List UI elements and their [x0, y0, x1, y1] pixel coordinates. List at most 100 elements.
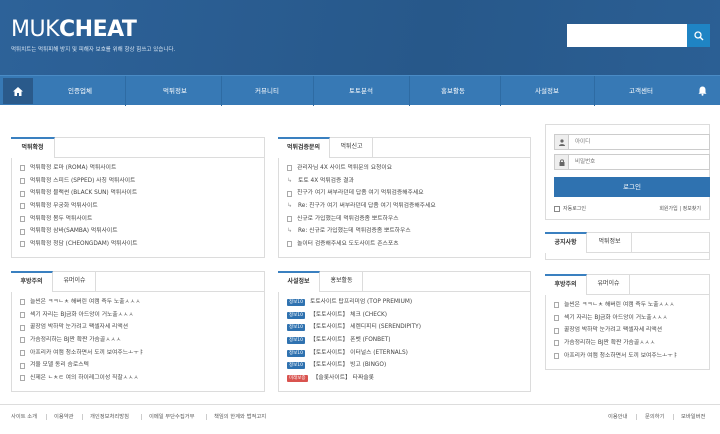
list-item[interactable]: 가슴정리하는 BJ짠 확짠 가슴골ㅅㅅㅅ	[554, 337, 678, 350]
tab-promotion[interactable]: 홍보활동	[321, 271, 363, 291]
list-item[interactable]: 정보10 【토토사이트】 이터널스 (ETERNALS)	[287, 347, 421, 360]
list-item[interactable]: 신제은 ㄴㅊㅌ 여의 하이레그이성 직찰ㅅㅅㅅ	[20, 372, 144, 385]
post-title[interactable]: 섹기 자리는 BJ금화 아드앙이 거노출ㅅㅅㅅ	[564, 312, 668, 325]
tab-notice[interactable]: 공지사항	[545, 232, 587, 253]
post-title[interactable]: 아프리카 여캠 청소하면서 도끼 보여주느ㅗㅜㅑ	[30, 347, 144, 360]
tab-scam-report[interactable]: 먹튀신고	[331, 137, 373, 157]
footer-link-mobile[interactable]: 모바일버전	[681, 405, 705, 429]
list-item[interactable]: 아프리카 여캠 청소하면서 도끼 보여주느ㅗㅜㅑ	[20, 347, 144, 360]
post-title[interactable]: 【토토사이트】 이터널스 (ETERNALS)	[310, 347, 408, 360]
post-title[interactable]: 늘씬은 ㅋㅋㄴㅊ 해버린 여캠 즉두 노출ㅅㅅㅅ	[30, 296, 141, 309]
footer-link-about[interactable]: 사이트 소개	[11, 405, 37, 429]
search-button[interactable]	[687, 24, 710, 47]
post-title[interactable]: 가슴정리하는 BJ짠 확짠 가슴골ㅅㅅㅅ	[564, 337, 655, 350]
post-title[interactable]: 신제은 ㄴㅊㅌ 여의 하이레그이성 직찰ㅅㅅㅅ	[30, 372, 139, 385]
list-item[interactable]: 겨울 모델 동리 슴로스텍	[20, 359, 144, 372]
list-item[interactable]: 먹튀확정 무궁화 먹튀사이트	[20, 200, 138, 213]
tab-nsfw[interactable]: 후방주의	[11, 271, 53, 292]
post-title[interactable]: 친구가 여기 써부라던데 답좀 여기 먹튀검증해주세요	[297, 187, 424, 200]
post-title[interactable]: 꿀장엄 박하막 눈가려고 팩셀자세 리액션	[30, 321, 128, 334]
post-title[interactable]: 먹튀확정 로마 (ROMA) 먹튀사이트	[30, 162, 116, 175]
footer-link-contact[interactable]: 문의하기	[645, 405, 665, 429]
list-item[interactable]: 정보10 【토토사이트】 빙고 (BINGO)	[287, 359, 421, 372]
post-title[interactable]: 가슴정리하는 BJ짠 확짠 가슴골ㅅㅅㅅ	[30, 334, 121, 347]
list-item[interactable]: 신규로 가입했는데 먹튀검증좀 뽀트하우스	[287, 213, 436, 226]
tab-humor[interactable]: 유머이슈	[54, 271, 96, 291]
post-title[interactable]: 【토토사이트】 빙고 (BINGO)	[310, 359, 386, 372]
list-item[interactable]: 늘씬은 ㅋㅋㄴㅊ 해버린 여캠 즉두 노출ㅅㅅㅅ	[554, 299, 678, 312]
list-item[interactable]: 놀이터 검증해주세요 도도사이트 존스포츠	[287, 238, 436, 251]
post-title[interactable]: 【토토사이트】 체크 (CHECK)	[310, 309, 387, 322]
post-title[interactable]: 먹튀확정 블랙썬 (BLACK SUN) 먹튀사이트	[30, 187, 137, 200]
nav-item-promotion[interactable]: 홍보활동	[414, 76, 492, 106]
tab-verification-inquiry[interactable]: 먹튀검증문의	[278, 137, 330, 158]
list-item[interactable]: 정보10 【토토사이트】 세렌디피티 (SERENDIPITY)	[287, 321, 421, 334]
post-title[interactable]: 토토사이트 탑프리미엄 (TOP PREMIUM)	[310, 296, 412, 309]
list-item[interactable]: 먹튀확정 블랙썬 (BLACK SUN) 먹튀사이트	[20, 187, 138, 200]
post-title[interactable]: 겨울 모델 동리 슴로스텍	[30, 359, 89, 372]
list-item[interactable]: ↳ Re: 친구가 여기 써부라던데 답좀 여기 먹튀검증해주세요	[287, 200, 436, 213]
post-title[interactable]: 먹튀확정 스피드 (SPPED) 사칭 먹튀사이트	[30, 175, 135, 188]
post-title[interactable]: 【토토사이트】 폰벳 (FONBET)	[310, 334, 391, 347]
list-item[interactable]: 관리자님 4X 사이트 먹튀문의 요청이요	[287, 162, 436, 175]
tab-humor[interactable]: 유머이슈	[588, 274, 630, 294]
nav-item-private-info[interactable]: 사설정보	[506, 76, 588, 106]
post-title[interactable]: 아프리카 여캠 청소하면서 도끼 보여주느ㅗㅜㅑ	[564, 350, 678, 363]
post-title[interactable]: Re: 친구가 여기 써부라던데 답좀 여기 먹튀검증해주세요	[298, 200, 436, 213]
nav-item-certified[interactable]: 인증업체	[44, 76, 116, 106]
list-item[interactable]: 먹튀확정 로마 (ROMA) 먹튀사이트	[20, 162, 138, 175]
search-input[interactable]	[567, 24, 687, 47]
list-item[interactable]: 정보10 【토토사이트】 체크 (CHECK)	[287, 309, 421, 322]
footer-link-email-refusal[interactable]: 이메일 무단수집거부	[149, 405, 195, 429]
post-title[interactable]: 먹튀확정 청담 (CHEONGDAM) 먹튀사이트	[30, 238, 138, 251]
list-item[interactable]: 친구가 여기 써부라던데 답좀 여기 먹튀검증해주세요	[287, 187, 436, 200]
footer-link-terms[interactable]: 이용약관	[54, 405, 74, 429]
post-title[interactable]: 늘씬은 ㅋㅋㄴㅊ 해버린 여캠 즉두 노출ㅅㅅㅅ	[564, 299, 675, 312]
tab-confirmed-scam[interactable]: 먹튀확정	[11, 137, 55, 158]
auto-login[interactable]: 자동로그인	[554, 205, 586, 212]
list-item[interactable]: 늘씬은 ㅋㅋㄴㅊ 해버린 여캠 즉두 노출ㅅㅅㅅ	[20, 296, 144, 309]
login-button[interactable]: 로그인	[554, 177, 710, 197]
post-title[interactable]: 먹튀확정 삼바(SAMBA) 먹튀사이트	[30, 225, 118, 238]
password-field[interactable]: 비밀번호	[554, 154, 710, 170]
account-links[interactable]: 회원가입 | 정보찾기	[659, 205, 701, 212]
home-button[interactable]	[3, 78, 33, 104]
post-title[interactable]: 【토토사이트】 세렌디피티 (SERENDIPITY)	[310, 321, 421, 334]
post-title[interactable]: Re: 신규로 가입했는데 먹튀검증좀 뽀트하우스	[298, 225, 411, 238]
post-title[interactable]: 먹튀확정 봄두 먹튀사이트	[30, 213, 92, 226]
post-title[interactable]: 토토 4X 먹튀검증 결과	[298, 175, 354, 188]
post-title[interactable]: 관리자님 4X 사이트 먹튀문의 요청이요	[297, 162, 392, 175]
footer-link-privacy[interactable]: 개인정보처리방침	[90, 405, 129, 429]
list-item[interactable]: 꿀장엄 박하막 눈가려고 팩셀자세 리액션	[20, 321, 144, 334]
notification-button[interactable]	[688, 76, 716, 106]
list-item[interactable]: 미래보증 【슬롯사이트】 타짜슬롯	[287, 372, 421, 385]
tab-nsfw[interactable]: 후방주의	[545, 274, 587, 295]
list-item[interactable]: 먹튀확정 스피드 (SPPED) 사칭 먹튀사이트	[20, 175, 138, 188]
post-title[interactable]: 먹튀확정 무궁화 먹튀사이트	[30, 200, 98, 213]
list-item[interactable]: 정보10 토토사이트 탑프리미엄 (TOP PREMIUM)	[287, 296, 421, 309]
list-item[interactable]: 먹튀확정 청담 (CHEONGDAM) 먹튀사이트	[20, 238, 138, 251]
post-title[interactable]: 꿀장엄 박하막 눈가려고 팩셀자세 리액션	[564, 324, 662, 337]
nav-item-muktwi-info[interactable]: 먹튀정보	[136, 76, 214, 106]
list-item[interactable]: 꿀장엄 박하막 눈가려고 팩셀자세 리액션	[554, 324, 678, 337]
list-item[interactable]: 정보10 【토토사이트】 폰벳 (FONBET)	[287, 334, 421, 347]
list-item[interactable]: 먹튀확정 삼바(SAMBA) 먹튀사이트	[20, 225, 138, 238]
list-item[interactable]: 가슴정리하는 BJ짠 확짠 가슴골ㅅㅅㅅ	[20, 334, 144, 347]
post-title[interactable]: 【슬롯사이트】 타짜슬롯	[313, 372, 374, 385]
nav-item-community[interactable]: 커뮤니티	[228, 76, 306, 106]
list-item[interactable]: 섹기 자리는 BJ금화 아드앙이 거노출ㅅㅅㅅ	[20, 309, 144, 322]
footer-link-guide[interactable]: 이용안내	[608, 405, 628, 429]
post-title[interactable]: 놀이터 검증해주세요 도도사이트 존스포츠	[297, 238, 399, 251]
username-field[interactable]: 아이디	[554, 134, 710, 150]
list-item[interactable]: 아프리카 여캠 청소하면서 도끼 보여주느ㅗㅜㅑ	[554, 350, 678, 363]
list-item[interactable]: 섹기 자리는 BJ금화 아드앙이 거노출ㅅㅅㅅ	[554, 312, 678, 325]
list-item[interactable]: ↳ Re: 신규로 가입했는데 먹튀검증좀 뽀트하우스	[287, 225, 436, 238]
list-item[interactable]: ↳ 토토 4X 먹튀검증 결과	[287, 175, 436, 188]
tab-muktwi-info[interactable]: 먹튀정보	[588, 232, 632, 252]
list-item[interactable]: 먹튀확정 봄두 먹튀사이트	[20, 213, 138, 226]
nav-item-customer-center[interactable]: 고객센터	[600, 76, 682, 106]
nav-item-toto-analysis[interactable]: 토토분석	[320, 76, 402, 106]
post-title[interactable]: 섹기 자리는 BJ금화 아드앙이 거노출ㅅㅅㅅ	[30, 309, 134, 322]
post-title[interactable]: 신규로 가입했는데 먹튀검증좀 뽀트하우스	[297, 213, 399, 226]
auto-login-checkbox[interactable]	[554, 205, 560, 212]
